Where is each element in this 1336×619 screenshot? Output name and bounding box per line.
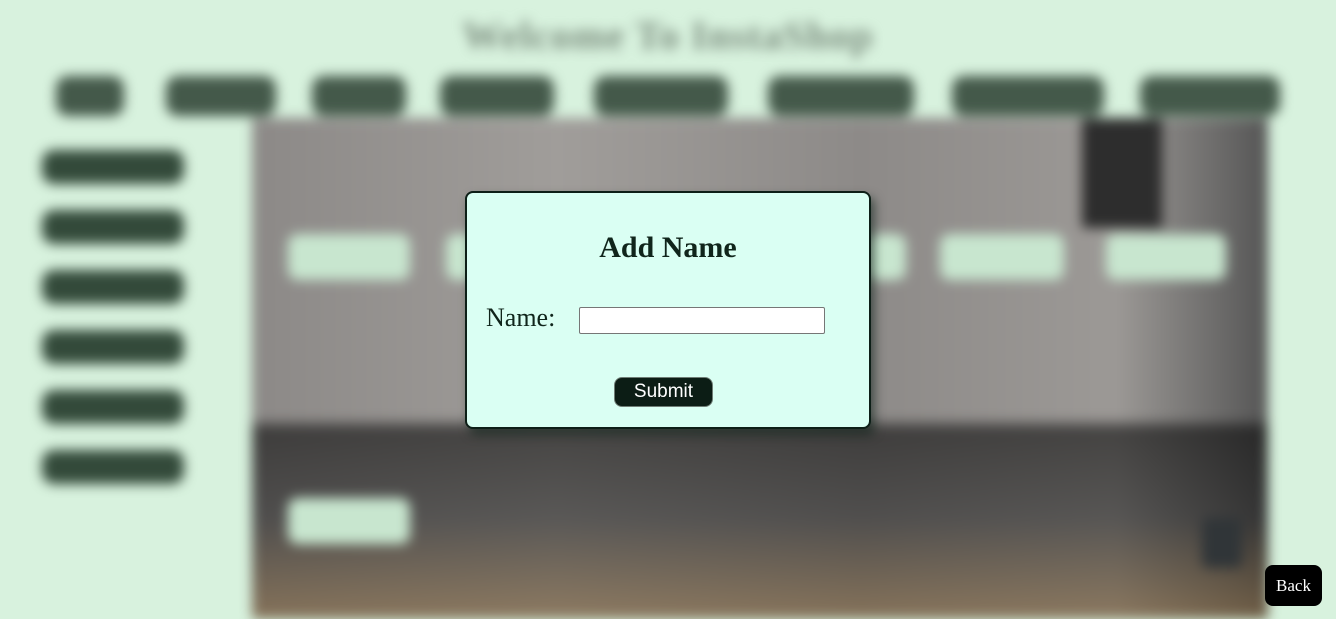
background-nav-item bbox=[166, 76, 276, 116]
background-image-badge bbox=[288, 498, 410, 544]
back-button[interactable]: Back bbox=[1265, 565, 1322, 606]
page: Welcome To InstaShop Add Name Name: Subm… bbox=[0, 0, 1336, 619]
background-sidebar-item bbox=[42, 390, 184, 424]
background-sidebar-item bbox=[42, 270, 184, 304]
background-nav-item bbox=[768, 76, 914, 116]
background-nav-item bbox=[440, 76, 554, 116]
background-sidebar-item bbox=[42, 210, 184, 244]
background-image-badge bbox=[288, 234, 410, 280]
background-image-shadow bbox=[1082, 118, 1162, 228]
background-image-badge bbox=[1106, 234, 1226, 280]
background-sidebar-item bbox=[42, 150, 184, 184]
submit-button[interactable]: Submit bbox=[614, 377, 713, 407]
background-sidebar-item bbox=[42, 450, 184, 484]
dialog-title: Add Name bbox=[599, 231, 737, 264]
background-nav-item bbox=[952, 76, 1104, 116]
background-image-block bbox=[1202, 518, 1242, 568]
add-name-dialog: Add Name Name: Submit bbox=[465, 191, 871, 429]
name-input[interactable] bbox=[579, 307, 825, 334]
background-nav-item bbox=[1140, 76, 1280, 116]
background-page-title: Welcome To InstaShop bbox=[462, 13, 874, 58]
background-image-badge bbox=[940, 234, 1064, 280]
background-nav-item bbox=[312, 76, 406, 116]
background-nav-item bbox=[56, 76, 124, 116]
background-sidebar-item bbox=[42, 330, 184, 364]
name-label: Name: bbox=[486, 303, 556, 332]
background-nav-item bbox=[594, 76, 728, 116]
